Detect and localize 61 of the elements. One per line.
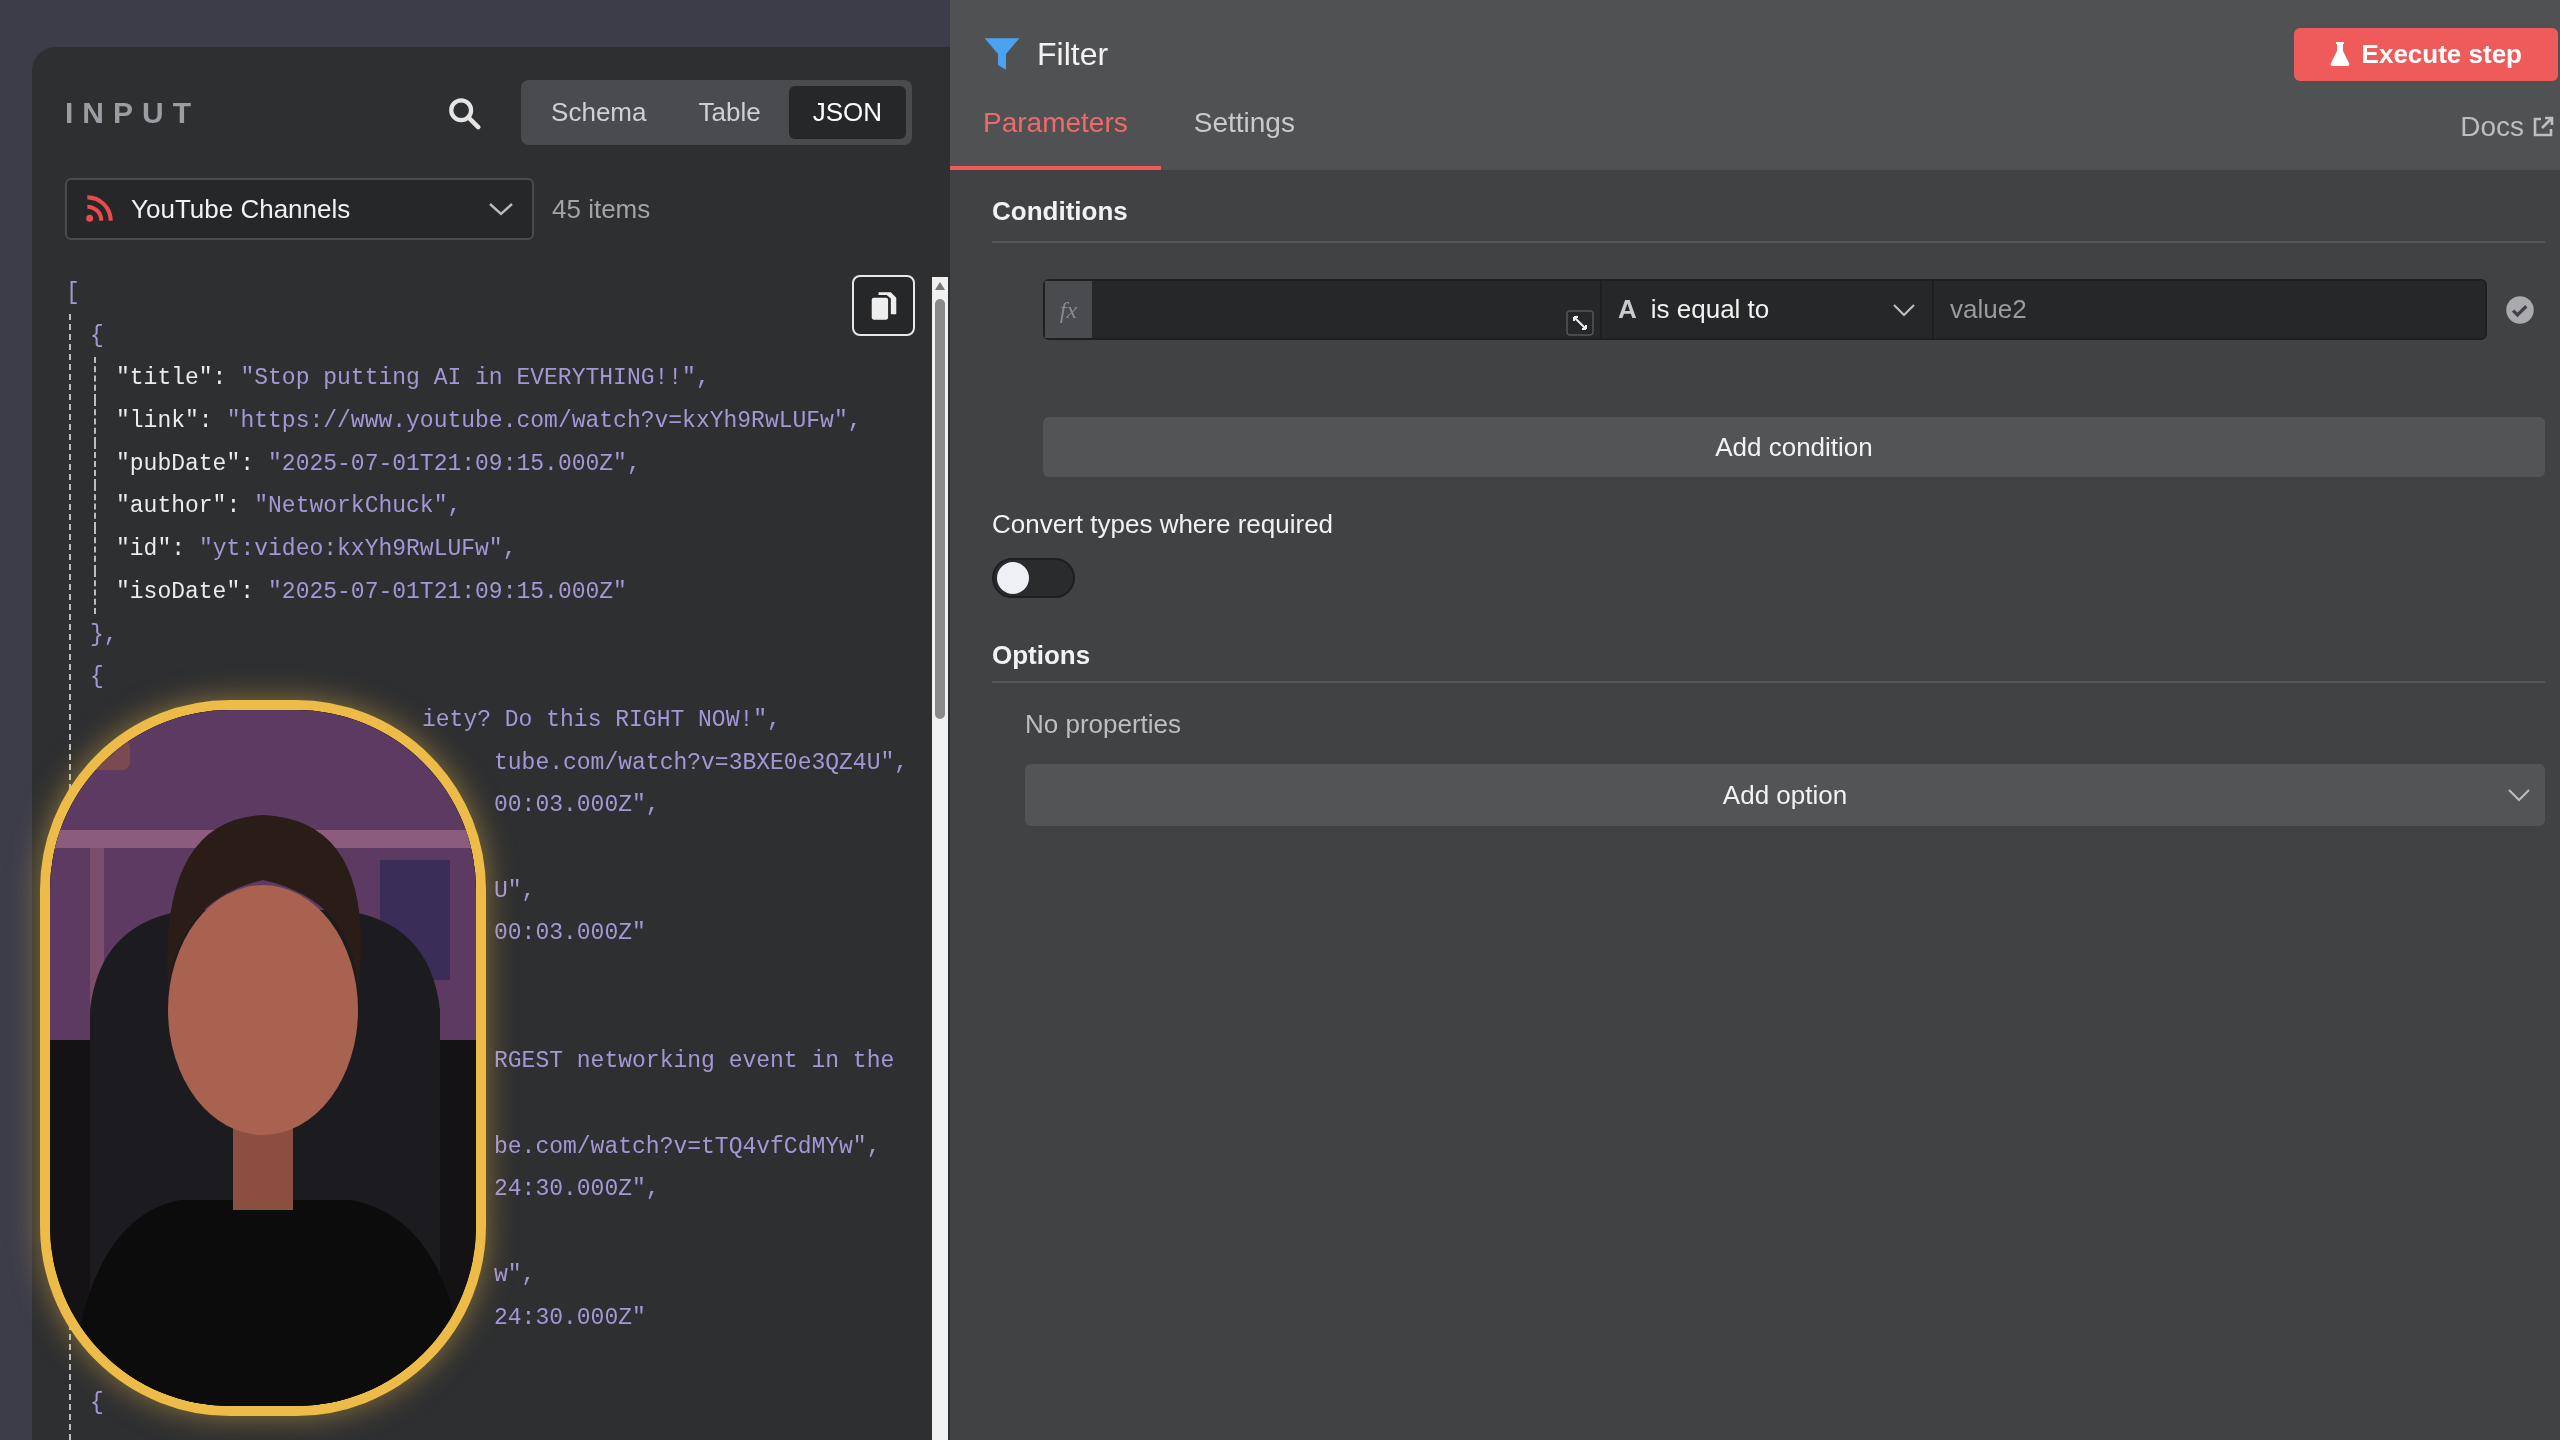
panel-tab[interactable]: Settings (1160, 80, 1328, 170)
panel-title: INPUT (65, 95, 200, 131)
json-bracket: { (90, 322, 104, 349)
scrollbar[interactable] (932, 277, 948, 1440)
json-text: 00:03.000Z", (494, 792, 660, 819)
caret-down-icon (2507, 788, 2531, 802)
caret-down-icon (488, 201, 514, 217)
json-value: "https://www.youtube.com/watch?v=kxYh9RwLUFw", (226, 408, 862, 435)
json-key: "link": (116, 408, 213, 435)
copy-button[interactable] (852, 275, 915, 336)
json-key: "author": (116, 493, 241, 520)
view-tab[interactable]: JSON (788, 86, 906, 139)
json-value: "2025-07-01T21:09:15.000Z" (268, 578, 627, 605)
json-value: "Stop putting AI in EVERYTHING!!", (240, 365, 710, 392)
json-bracket: }, (90, 621, 118, 648)
check-circle-icon (2505, 294, 2535, 325)
section-title: Options (992, 639, 1091, 672)
section-title: Conditions (992, 195, 1128, 228)
operator-label: is equal to (1650, 293, 1771, 326)
json-value: "NetworkChuck", (254, 493, 462, 520)
json-text: iety? Do this RIGHT NOW!", (422, 706, 781, 733)
json-bracket: { (90, 664, 104, 691)
setting-label: Convert types where required (992, 508, 1334, 541)
json-text: tube.com/watch?v=3BXE0e3QZ4U", (494, 749, 909, 776)
json-text: be.com/watch?v=tTQ4vfCdMYw", (494, 1133, 881, 1160)
add-condition-button[interactable]: Add condition (1043, 417, 2545, 477)
json-bracket: [ (66, 280, 80, 306)
json-key: "id": (116, 536, 185, 563)
json-value: "yt:video:kxYh9RwLUFw", (199, 536, 517, 563)
add-option-dropdown[interactable]: Add option (1025, 764, 2545, 826)
json-text: w", (494, 1261, 536, 1288)
view-tab[interactable]: Schema (527, 86, 671, 139)
json-text: 24:30.000Z" (494, 1304, 646, 1331)
docs-link[interactable]: Docs (2460, 106, 2554, 148)
search-icon[interactable] (447, 95, 482, 130)
item-count: 45 items (552, 192, 651, 226)
json-key: "isoDate": (116, 578, 255, 605)
scrollbar-thumb[interactable] (935, 299, 945, 719)
json-text: 24:30.000Z", (494, 1176, 660, 1203)
view-tab[interactable]: Table (674, 86, 785, 139)
json-value: "2025-07-01T21:09:15.000Z", (268, 450, 641, 477)
expand-icon[interactable] (1566, 310, 1594, 336)
copy-icon (869, 290, 898, 321)
rss-icon (85, 195, 113, 223)
json-text: 00:03.000Z" (494, 920, 646, 947)
empty-message: No properties (1025, 708, 1182, 741)
toggle-switch[interactable] (992, 558, 1075, 598)
flask-icon (2329, 41, 2350, 67)
json-key: "title": (116, 365, 227, 392)
json-text: U", (494, 877, 536, 904)
expression-marker: fx (1045, 281, 1092, 338)
json-key: "pubDate": (116, 450, 255, 477)
source-dropdown[interactable]: YouTube Channels (65, 178, 534, 240)
type-glyph: A (1618, 293, 1637, 326)
condition-row[interactable]: fx A is equal to value2 (1043, 279, 2487, 340)
scroll-up-icon[interactable] (934, 281, 946, 291)
external-link-icon (2532, 116, 2554, 138)
json-text: RGEST networking event in the (494, 1048, 895, 1075)
json-bracket: { (90, 1389, 104, 1416)
caret-down-icon (1892, 302, 1916, 317)
node-title: Filter (1037, 35, 1109, 74)
